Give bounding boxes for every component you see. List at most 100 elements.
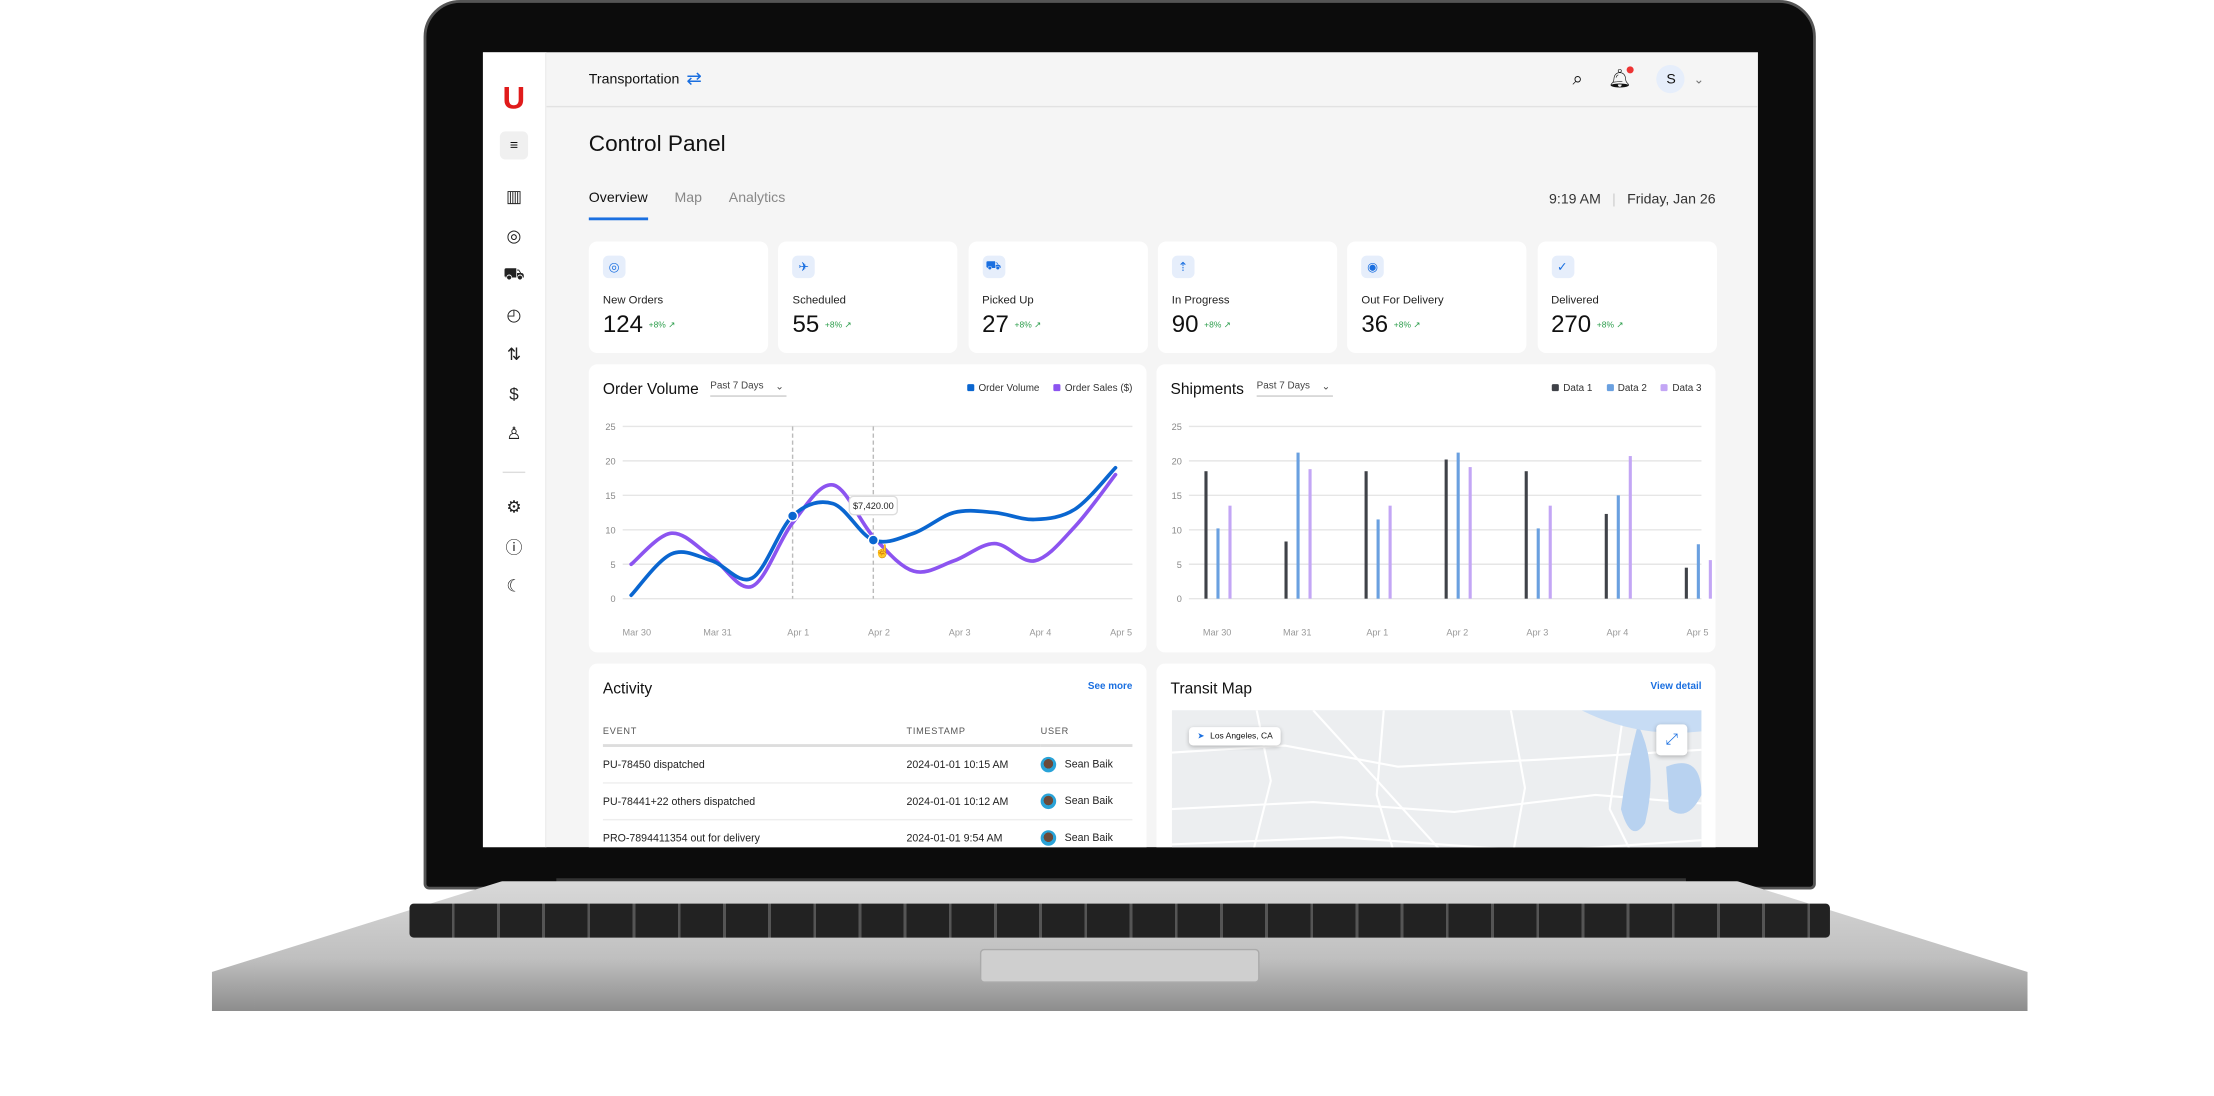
x-tick-label: Apr 5 bbox=[1687, 627, 1709, 637]
stat-card[interactable]: ✓ Delivered 270 +8% ↗ bbox=[1536, 241, 1717, 353]
schedule-icon: ✈ bbox=[792, 255, 816, 279]
y-tick-label: 0 bbox=[1177, 594, 1182, 604]
stat-value: 27 bbox=[982, 310, 1009, 338]
stat-card[interactable]: ◎ New Orders 124 +8% ↗ bbox=[588, 241, 769, 353]
chevron-down-icon[interactable]: ⌄ bbox=[1694, 71, 1705, 87]
x-tick-label: Apr 4 bbox=[1607, 627, 1629, 637]
order-volume-card: Order Volume Past 7 Days ⌄ Order Volume Or… bbox=[588, 364, 1147, 653]
bar bbox=[1284, 541, 1288, 599]
bar bbox=[1204, 471, 1208, 599]
workspace-name: Transportation bbox=[588, 71, 680, 87]
workspace-switcher[interactable]: Transportation ⇄ bbox=[589, 68, 702, 91]
user-menu[interactable]: S ⌄ bbox=[1656, 64, 1705, 94]
sidebar-divider bbox=[502, 471, 526, 474]
clock: 9:19 AM | Friday, Jan 26 bbox=[1549, 192, 1716, 208]
target-icon[interactable]: ◎ bbox=[501, 223, 526, 248]
timestamp: 2024-01-01 9:54 AM bbox=[906, 818, 1041, 848]
logo: U bbox=[502, 80, 526, 116]
bar bbox=[1536, 528, 1540, 599]
event: PU-78441+22 others dispatched bbox=[602, 782, 907, 820]
x-tick-label: Apr 3 bbox=[1526, 627, 1548, 637]
trend-up-icon: ↗ bbox=[1413, 321, 1421, 331]
stat-value: 36 bbox=[1361, 310, 1389, 338]
search-icon[interactable]: ⌕ bbox=[1572, 68, 1582, 91]
col-timestamp: TIMESTAMP bbox=[906, 720, 1041, 747]
tooltip-label: $7,420.00 bbox=[853, 501, 894, 511]
stat-change: +8% ↗ bbox=[1596, 321, 1624, 331]
stat-card[interactable]: ⇡ In Progress 90 +8% ↗ bbox=[1157, 241, 1338, 353]
data-point bbox=[867, 534, 879, 546]
moon-icon[interactable]: ☾ bbox=[501, 573, 526, 598]
x-tick-label: Apr 3 bbox=[949, 627, 971, 637]
bar bbox=[1308, 469, 1312, 599]
avatar[interactable]: S bbox=[1656, 64, 1686, 94]
user-name: Sean Baik bbox=[1064, 793, 1113, 807]
route-icon[interactable]: ⇅ bbox=[501, 342, 526, 367]
shipments-chart[interactable]: 0 5 10 15 20 25 Mar 30 Mar 31 Apr 1 Apr 2 Apr 3 Apr… bbox=[1156, 364, 1715, 652]
x-tick-label: Apr 2 bbox=[1446, 627, 1468, 637]
expand-icon[interactable]: ⤢ bbox=[1656, 724, 1688, 756]
tab-overview[interactable]: Overview bbox=[588, 191, 648, 221]
stat-change: +8% ↗ bbox=[1204, 321, 1231, 331]
user-avatar bbox=[1040, 829, 1057, 846]
y-tick-label: 10 bbox=[1172, 525, 1182, 535]
activity-title: Activity bbox=[602, 680, 653, 698]
bar bbox=[1388, 505, 1392, 599]
x-tick-label: Apr 2 bbox=[868, 627, 890, 637]
y-tick-label: 25 bbox=[1172, 422, 1182, 432]
stat-card[interactable]: ⛟ Picked Up 27 +8% ↗ bbox=[968, 241, 1148, 353]
data-point bbox=[786, 510, 799, 522]
menu-collapse-icon[interactable]: ≡ bbox=[499, 131, 529, 160]
bell-icon[interactable]: 🔔︎ bbox=[1608, 66, 1635, 91]
table-row[interactable]: PU-78441+22 others dispatched 2024-01-01 … bbox=[602, 782, 1133, 820]
order-volume-chart[interactable]: 0 5 10 15 20 25 Mar 30 Mar 31 Apr 1 Apr 2 Apr 3 Apr… bbox=[589, 364, 1147, 652]
truck-icon[interactable]: ⛟ bbox=[501, 263, 526, 288]
bar bbox=[1444, 459, 1448, 599]
progress-icon: ⇡ bbox=[1171, 255, 1195, 279]
stat-value: 90 bbox=[1171, 310, 1199, 338]
x-tick-label: Apr 5 bbox=[1110, 627, 1132, 637]
event: PRO-7894411354 out for delivery bbox=[602, 818, 907, 848]
stat-card[interactable]: ✈ Scheduled 55 +8% ↗ bbox=[778, 241, 958, 353]
location-label: Los Angeles, CA bbox=[1210, 732, 1273, 741]
tabs: Overview Map Analytics bbox=[588, 191, 786, 221]
tab-map[interactable]: Map bbox=[674, 191, 701, 221]
event: PU-78450 dispatched bbox=[602, 745, 907, 783]
bar bbox=[1684, 567, 1688, 599]
bar bbox=[1296, 452, 1300, 599]
y-tick-label: 5 bbox=[1177, 560, 1182, 570]
stat-label: Picked Up bbox=[982, 293, 1034, 307]
gauge-icon[interactable]: ◴ bbox=[501, 302, 526, 327]
gear-icon[interactable]: ⚙ bbox=[501, 494, 526, 519]
help-icon[interactable]: ⓘ bbox=[501, 534, 526, 559]
delivery-icon: ◉ bbox=[1361, 255, 1385, 279]
user-cell: Sean Baik bbox=[1040, 782, 1133, 820]
y-tick-label: 20 bbox=[605, 456, 615, 466]
view-detail-link[interactable]: View detail bbox=[1651, 682, 1702, 692]
truck-icon: ⛟ bbox=[982, 255, 1005, 279]
col-user: USER bbox=[1040, 720, 1133, 747]
location-chip[interactable]: ➤ Los Angeles, CA bbox=[1188, 727, 1282, 746]
table-row[interactable]: PU-78450 dispatched 2024-01-01 10:15 AM Se… bbox=[602, 745, 1133, 783]
table-row[interactable]: PRO-7894411354 out for delivery 2024-01-0… bbox=[602, 818, 1133, 848]
timestamp: 2024-01-01 10:12 AM bbox=[906, 782, 1041, 820]
stat-card[interactable]: ◉ Out For Delivery 36 +8% ↗ bbox=[1347, 241, 1527, 353]
see-more-link[interactable]: See more bbox=[1088, 682, 1133, 692]
dollar-icon[interactable]: $ bbox=[501, 381, 526, 406]
map[interactable]: ➤ Los Angeles, CA ⤢ bbox=[1171, 710, 1702, 848]
x-tick-label: Apr 1 bbox=[1366, 627, 1388, 637]
stat-value: 124 bbox=[602, 310, 643, 338]
user-avatar bbox=[1040, 756, 1057, 773]
map-icon[interactable]: ▥ bbox=[501, 184, 526, 209]
target-icon: ◎ bbox=[602, 255, 626, 279]
tab-analytics[interactable]: Analytics bbox=[729, 191, 786, 221]
timestamp: 2024-01-01 10:15 AM bbox=[906, 745, 1041, 783]
switch-icon[interactable]: ⇄ bbox=[686, 68, 701, 91]
check-circle-icon: ✓ bbox=[1551, 255, 1574, 279]
stat-label: In Progress bbox=[1171, 293, 1230, 307]
keyboard bbox=[409, 903, 1830, 938]
user-icon[interactable]: ♙ bbox=[501, 421, 526, 446]
app-screen: U ≡ ▥ ◎ ⛟ ◴ ⇅ $ ♙ ⚙ ⓘ ☾ Transportation ⇄… bbox=[482, 52, 1758, 848]
stat-label: Delivered bbox=[1551, 293, 1599, 307]
date: Friday, Jan 26 bbox=[1627, 192, 1716, 208]
